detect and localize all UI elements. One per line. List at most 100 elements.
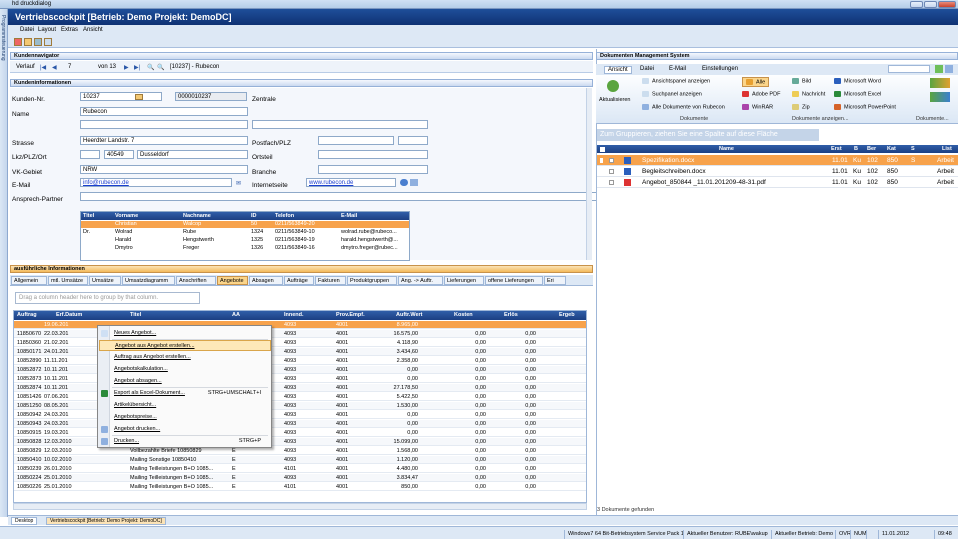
dms-options-icon[interactable] <box>945 65 953 73</box>
search-advanced-icon[interactable]: 🔍 <box>157 64 164 71</box>
tab-einstellungen[interactable]: Einstellungen <box>702 66 738 72</box>
plz-field[interactable]: 40549 <box>104 150 134 159</box>
kundeninfo-scrollbar[interactable] <box>586 88 592 260</box>
menu-item-9[interactable]: Angebot drucken... <box>99 424 271 435</box>
filter-alle[interactable]: Alle <box>742 77 770 88</box>
menu-item-7[interactable]: Artikelübersicht... <box>99 400 271 411</box>
col-email[interactable]: E-Mail <box>339 212 409 220</box>
menu-item-6[interactable]: Export als Excel-Dokument... STRG+UMSCHAL… <box>99 388 271 399</box>
save-icon[interactable] <box>34 38 42 46</box>
col-innend-[interactable]: Innend. <box>284 311 304 320</box>
branche-field[interactable] <box>318 165 428 174</box>
menu-item-5[interactable]: Angebot absagen... <box>99 376 271 387</box>
col-erst[interactable]: Erst <box>831 145 842 153</box>
internet-field[interactable]: www.rubecon.de <box>306 178 396 187</box>
filter-bild[interactable]: Bild <box>792 78 811 84</box>
name-field[interactable]: Rubecon <box>80 107 248 116</box>
name3-field[interactable] <box>252 120 428 129</box>
col-kat[interactable]: Kat <box>887 145 896 153</box>
col-titel[interactable]: Titel <box>130 311 141 320</box>
folder-icon[interactable] <box>24 38 32 46</box>
contact-row[interactable]: Christian Walcop 50 0211/563849-20 <box>81 221 409 228</box>
select-all-checkbox[interactable] <box>600 147 605 152</box>
col-auftr-wert[interactable]: Auftr.Wert <box>396 311 422 320</box>
menu-item-10[interactable]: Drucken... STRG+P <box>99 436 271 447</box>
col-prov-empf-[interactable]: Prov.Empf. <box>336 311 365 320</box>
menu-ansicht[interactable]: Ansicht <box>83 27 103 33</box>
tab-ums-tze[interactable]: Umsätze <box>89 276 121 285</box>
dms-help-icon[interactable] <box>935 65 943 73</box>
ortsteil-field[interactable] <box>318 150 428 159</box>
tab-allgemein[interactable]: Allgemein <box>11 276 47 285</box>
aktualisieren-button[interactable]: Aktualisieren <box>599 97 631 103</box>
col-list[interactable]: List <box>942 145 952 153</box>
dms-search-input[interactable] <box>888 65 930 73</box>
close-doc-icon[interactable] <box>14 38 22 46</box>
maximize-button[interactable] <box>924 1 937 8</box>
menu-item-2[interactable]: Angebot aus Angebot erstellen... <box>99 340 271 351</box>
tab-datei[interactable]: Datei <box>640 66 654 72</box>
task-vertriebscockpit[interactable]: Vertriebscockpit [Betrieb: Demo Projekt:… <box>46 517 166 525</box>
postfach-field[interactable] <box>318 136 394 145</box>
menu-extras[interactable]: Extras <box>61 27 78 33</box>
search-icon[interactable]: 🔍 <box>147 64 154 71</box>
vk-field[interactable]: NRW <box>80 165 248 174</box>
verlauf-label[interactable]: Verlauf <box>16 64 35 70</box>
tab-umsatzdiagramm[interactable]: Umsatzdiagramm <box>122 276 175 285</box>
col-titel[interactable]: Titel <box>81 212 113 220</box>
alle-dokumente-toggle[interactable]: Alle Dokumente von Rubecon <box>642 104 725 110</box>
row-checkbox[interactable] <box>609 180 614 185</box>
document-row[interactable]: Begleitschreiben.docx 11.01 Ku 102 850 Arbeit <box>597 166 958 177</box>
tab-angebote[interactable]: Angebote <box>217 276 248 285</box>
grid-hscrollbar[interactable] <box>13 503 587 510</box>
last-record-icon[interactable]: ▶| <box>134 64 140 71</box>
filter-winrar[interactable]: WinRAR <box>742 104 773 110</box>
table-row[interactable]: 10850829 12.03.2010 Vollbezahlte Briefe 10… <box>14 447 586 455</box>
kundennr-field[interactable]: 10237 <box>80 92 162 101</box>
col-s[interactable]: S <box>911 145 915 153</box>
table-row[interactable]: 10850224 25.01.2010 Mailing Teilleistungen… <box>14 474 586 482</box>
filter-pdf[interactable]: Adobe PDF <box>742 91 780 97</box>
postfach-plz-field[interactable] <box>398 136 428 145</box>
row-checkbox[interactable] <box>609 158 614 163</box>
col-ber[interactable]: Ber <box>867 145 876 153</box>
ansichtspanel-toggle[interactable]: Ansichtspanel anzeigen <box>642 78 710 84</box>
prev-record-icon[interactable]: ◀ <box>52 64 57 71</box>
col-vorname[interactable]: Vorname <box>113 212 181 220</box>
tab-email[interactable]: E-Mail <box>669 66 686 72</box>
dokumente-icon-2[interactable] <box>930 92 950 102</box>
ansprech-field[interactable] <box>80 192 598 201</box>
contact-row[interactable]: Dmytro Freger 1326 0211/563849-16 dmytro.fre… <box>81 245 409 252</box>
contact-row[interactable]: Dr. Wolrad Rube 1324 0211/563849-10 wolrad.ru… <box>81 229 409 236</box>
tab-eri[interactable]: Eri <box>544 276 566 285</box>
mail-icon[interactable]: ✉ <box>236 180 241 187</box>
menu-item-1[interactable]: Neues Angebot... <box>99 328 271 339</box>
dms-group-area[interactable]: Zum Gruppieren, ziehen Sie eine Spalte a… <box>597 129 819 141</box>
first-record-icon[interactable]: |◀ <box>40 64 46 71</box>
tab-mtl-ums-tze[interactable]: mtl. Umsätze <box>48 276 88 285</box>
tab-auftr-ge[interactable]: Aufträge <box>284 276 314 285</box>
tab-ansicht[interactable]: Ansicht <box>604 66 632 74</box>
program-sidebar[interactable]: Programmsteuerung <box>0 9 8 517</box>
col-nachname[interactable]: Nachname <box>181 212 249 220</box>
close-button[interactable] <box>938 1 956 8</box>
tab-ang-auftr-[interactable]: Ang. -> Auftr. <box>398 276 443 285</box>
filter-excel[interactable]: Microsoft Excel <box>834 91 881 97</box>
menu-layout[interactable]: Layout <box>38 27 56 33</box>
contact-row[interactable]: Harald Hengstwerth 1325 0211/563849-19 haral… <box>81 237 409 244</box>
document-row[interactable]: Angebot_850844 _11.01.201209-48-31.pdf 11… <box>597 177 958 188</box>
menu-item-4[interactable]: Angebotskalkulation... <box>99 364 271 375</box>
col-kosten[interactable]: Kosten <box>454 311 473 320</box>
group-by-area[interactable]: Drag a column header here to group by th… <box>15 292 200 304</box>
menu-datei[interactable]: Datei <box>20 27 34 33</box>
col-id[interactable]: ID <box>249 212 273 220</box>
edit-link-icon[interactable] <box>410 179 418 186</box>
folder-icon[interactable] <box>135 94 143 100</box>
menu-item-8[interactable]: Angebotspreise... <box>99 412 271 423</box>
col-telefon[interactable]: Telefon <box>273 212 339 220</box>
tab-lieferungen[interactable]: Lieferungen <box>444 276 484 285</box>
name2-field[interactable] <box>80 120 248 129</box>
next-record-icon[interactable]: ▶ <box>124 64 129 71</box>
tab-absagen[interactable]: Absagen <box>249 276 283 285</box>
tab-fakturen[interactable]: Fakturen <box>315 276 346 285</box>
